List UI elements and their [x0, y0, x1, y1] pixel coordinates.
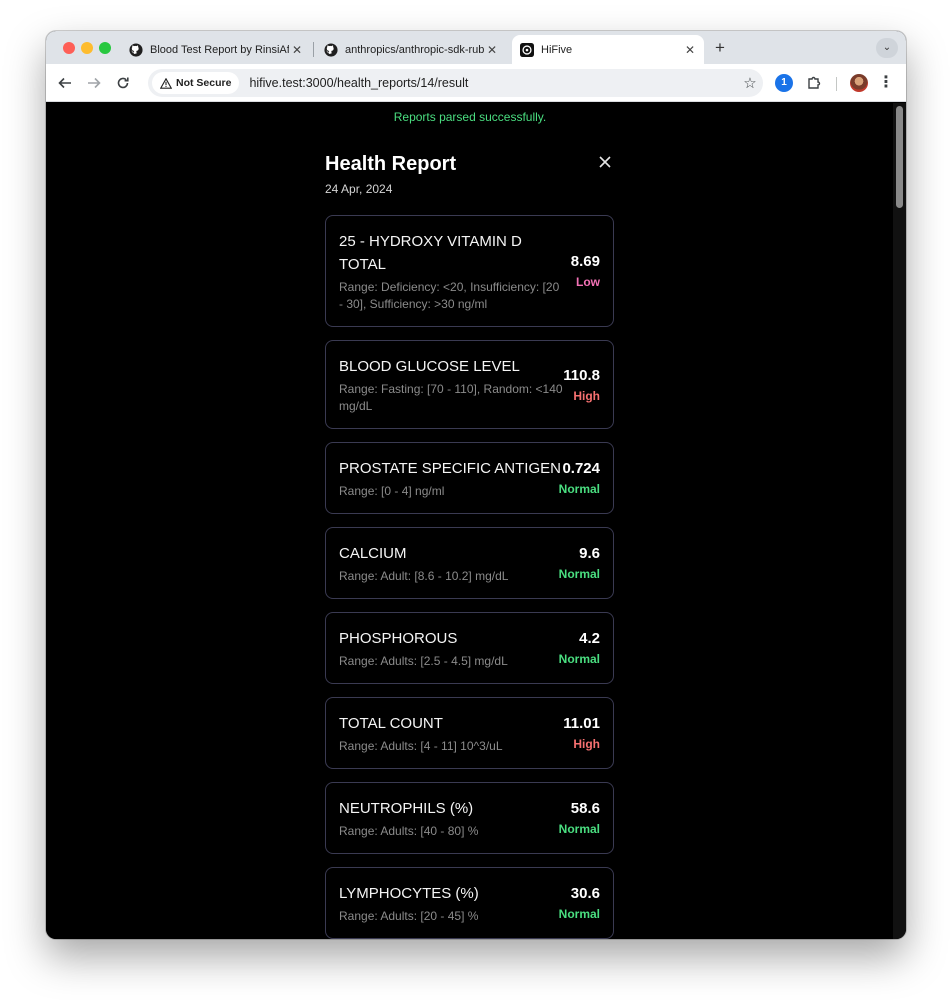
status-badge: Low	[576, 275, 600, 289]
bookmark-star-icon[interactable]: ☆	[737, 74, 763, 92]
test-range: Range: Adults: [20 - 45] %	[339, 909, 479, 923]
test-value: 0.724	[562, 460, 600, 477]
browser-toolbar: Not Secure hifive.test:3000/health_repor…	[46, 64, 906, 102]
scrollbar-thumb[interactable]	[896, 106, 903, 208]
password-manager-icon[interactable]: 1	[775, 74, 793, 92]
page-title: Health Report	[325, 153, 457, 175]
tab-separator	[313, 42, 314, 57]
test-name: BLOOD GLUCOSE LEVEL	[339, 358, 520, 375]
tab-title: HiFive	[541, 43, 573, 56]
test-name: PHOSPHOROUS	[339, 630, 458, 647]
tab-blood-test-report[interactable]: Blood Test Report by RinsiAfs ✕	[121, 35, 311, 64]
result-card: TOTAL COUNT Range: Adults: [4 - 11] 10^3…	[325, 697, 614, 769]
profile-avatar[interactable]	[850, 74, 868, 92]
url-text[interactable]: hifive.test:3000/health_reports/14/resul…	[249, 76, 737, 90]
tab-title: anthropics/anthropic-sdk-ruby	[345, 43, 484, 56]
result-card: PROSTATE SPECIFIC ANTIGEN Range: [0 - 4]…	[325, 442, 614, 514]
tab-title: Blood Test Report by RinsiAfs	[150, 43, 289, 56]
test-value: 110.8	[563, 366, 600, 384]
test-name: PROSTATE SPECIFIC ANTIGEN	[339, 460, 561, 477]
tab-hifive[interactable]: HiFive ✕	[512, 35, 704, 64]
hifive-icon	[520, 42, 534, 57]
more-menu-icon[interactable]: ⋮	[876, 73, 896, 93]
reload-button[interactable]	[113, 73, 133, 93]
page-content: Reports parsed successfully. Health Repo…	[46, 103, 906, 939]
test-range: Range: Fasting: [70 - 110], Random: <140…	[339, 382, 563, 413]
toolbar-separator	[836, 77, 837, 91]
result-card: 25 - HYDROXY VITAMIN D TOTAL Range: Defi…	[325, 215, 614, 327]
status-badge: Normal	[558, 652, 600, 666]
test-name: 25 - HYDROXY VITAMIN D TOTAL	[339, 233, 522, 273]
tab-close-icon[interactable]: ✕	[289, 43, 305, 57]
test-name: LYMPHOCYTES (%)	[339, 885, 479, 902]
status-badge: High	[573, 388, 600, 403]
test-range: Range: [0 - 4] ng/ml	[339, 484, 445, 498]
result-card: CALCIUM Range: Adult: [8.6 - 10.2] mg/dL…	[325, 527, 614, 599]
test-value: 8.69	[570, 253, 600, 270]
tab-search-button[interactable]: ⌄	[876, 38, 898, 58]
report-date: 24 Apr, 2024	[325, 182, 393, 196]
back-button[interactable]	[55, 73, 75, 93]
chevron-down-icon: ⌄	[882, 42, 892, 53]
test-range: Range: Deficiency: <20, Insufficiency: […	[339, 280, 560, 311]
security-label: Not Secure	[176, 77, 232, 89]
address-bar[interactable]: Not Secure hifive.test:3000/health_repor…	[148, 69, 763, 97]
forward-button[interactable]	[84, 73, 104, 93]
minimize-window-button[interactable]	[81, 42, 93, 54]
result-card: BLOOD GLUCOSE LEVEL Range: Fasting: [70 …	[325, 340, 614, 429]
test-range: Range: Adults: [2.5 - 4.5] mg/dL	[339, 654, 508, 668]
tab-strip: Blood Test Report by RinsiAfs ✕ anthropi…	[46, 31, 906, 64]
test-value: 4.2	[579, 630, 600, 647]
arrow-left-icon	[58, 77, 71, 89]
result-card: LYMPHOCYTES (%) Range: Adults: [20 - 45]…	[325, 867, 614, 939]
close-window-button[interactable]	[63, 42, 75, 54]
new-tab-button[interactable]: +	[710, 38, 730, 58]
test-range: Range: Adults: [4 - 11] 10^3/uL	[339, 739, 503, 753]
test-name: NEUTROPHILS (%)	[339, 800, 474, 817]
maximize-window-button[interactable]	[99, 42, 111, 54]
security-badge[interactable]: Not Secure	[152, 72, 240, 94]
flash-message: Reports parsed successfully.	[393, 110, 547, 124]
status-badge: High	[573, 737, 600, 751]
extensions-button[interactable]	[804, 73, 824, 93]
github-icon	[129, 42, 143, 57]
warning-icon	[160, 77, 172, 89]
test-name: TOTAL COUNT	[339, 715, 443, 732]
reload-icon	[117, 77, 129, 89]
arrow-right-icon	[88, 77, 101, 89]
test-value: 30.6	[570, 885, 600, 902]
result-card: PHOSPHOROUS Range: Adults: [2.5 - 4.5] m…	[325, 612, 614, 684]
result-card: NEUTROPHILS (%) Range: Adults: [40 - 80]…	[325, 782, 614, 854]
test-value: 58.6	[570, 800, 600, 817]
test-value: 11.01	[563, 715, 600, 732]
page-scrollbar[interactable]	[893, 103, 906, 939]
status-badge: Normal	[558, 482, 600, 496]
test-range: Range: Adults: [40 - 80] %	[339, 824, 479, 838]
test-name: CALCIUM	[339, 545, 407, 562]
tab-anthropic-sdk[interactable]: anthropics/anthropic-sdk-ruby ✕	[316, 35, 506, 64]
results-list: 25 - HYDROXY VITAMIN D TOTAL Range: Defi…	[325, 215, 614, 939]
status-badge: Normal	[558, 567, 600, 581]
puzzle-icon	[807, 76, 820, 89]
status-badge: Normal	[558, 822, 600, 836]
test-range: Range: Adult: [8.6 - 10.2] mg/dL	[339, 569, 509, 583]
test-value: 9.6	[579, 545, 600, 562]
tab-close-icon[interactable]: ✕	[682, 43, 698, 57]
health-report: Health Report 24 Apr, 2024 25 - HYDROXY …	[325, 153, 614, 939]
browser-window: Blood Test Report by RinsiAfs ✕ anthropi…	[46, 31, 906, 939]
tab-close-icon[interactable]: ✕	[484, 43, 500, 57]
github-icon	[324, 42, 338, 57]
close-icon[interactable]	[596, 153, 614, 171]
status-badge: Normal	[558, 907, 600, 921]
